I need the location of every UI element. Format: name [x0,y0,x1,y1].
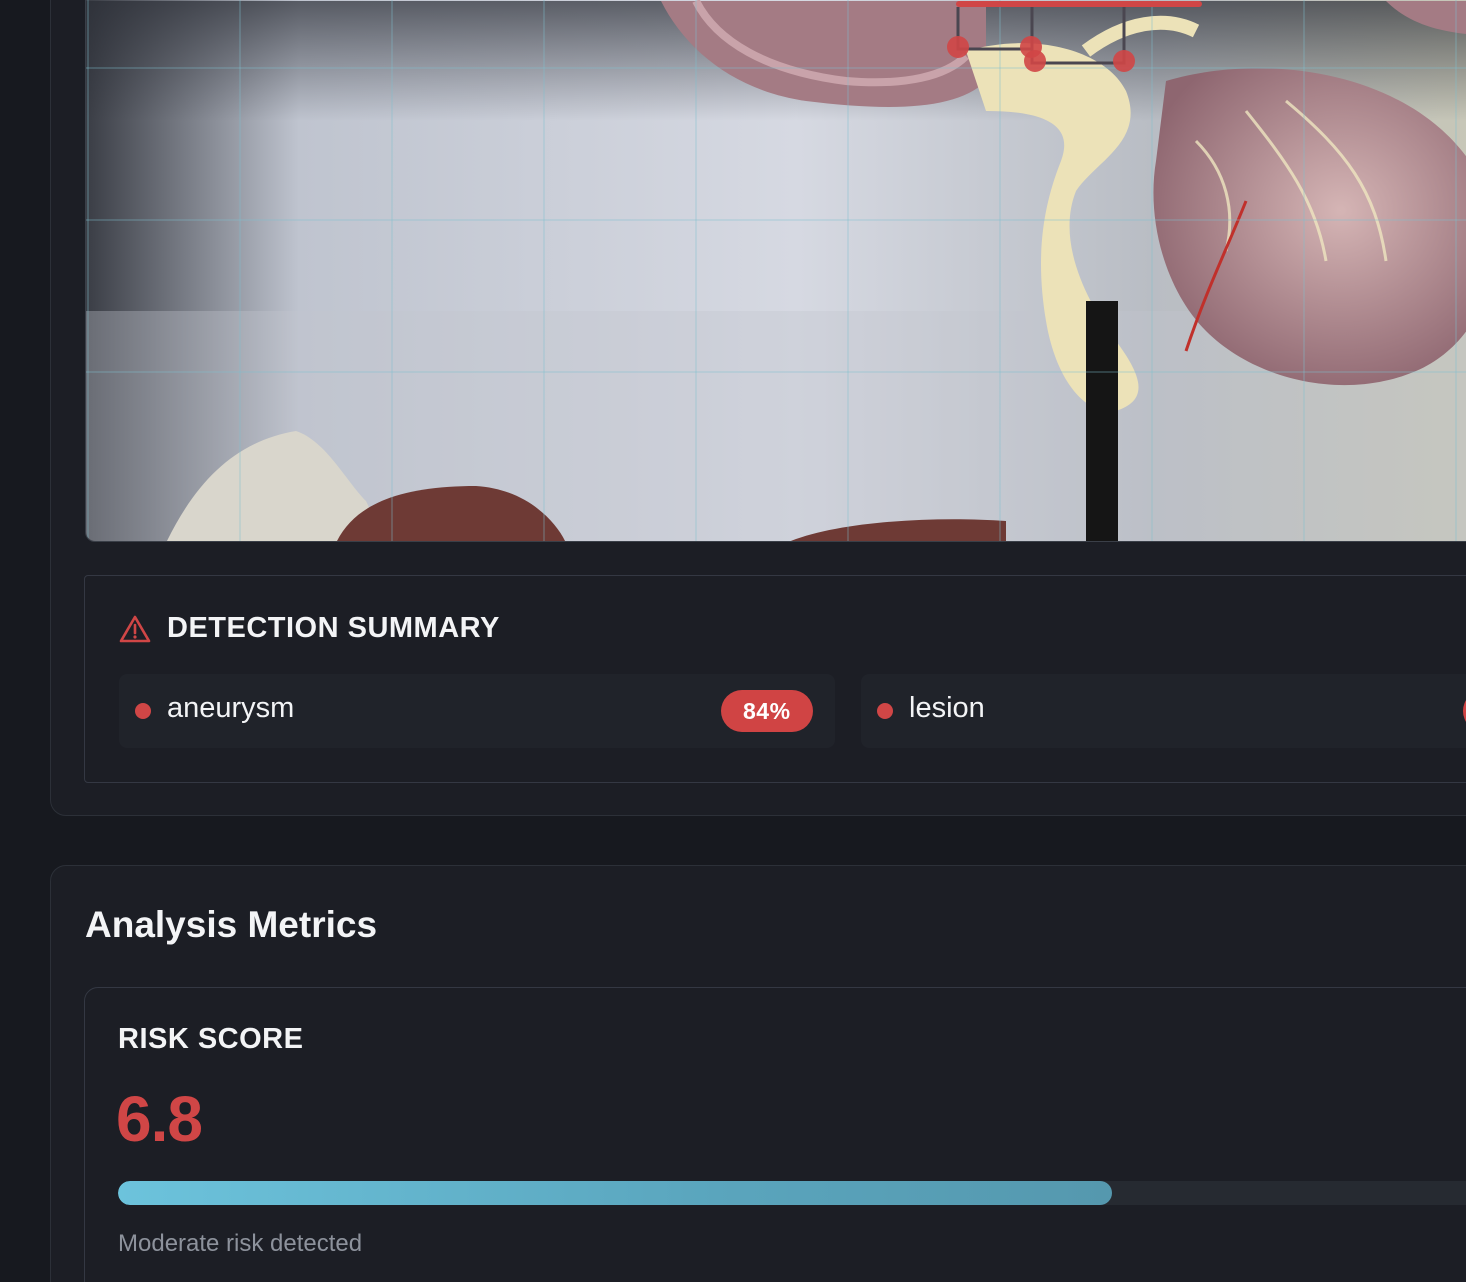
risk-score-bar-fill [118,1181,1112,1205]
risk-score-note: Moderate risk detected [118,1230,363,1257]
detection-label: aneurysm [167,692,295,724]
app-page: DETECTION SUMMARY aneurysm 84% lesion An… [0,0,1466,1282]
analysis-metrics-title: Analysis Metrics [85,904,378,945]
detection-item-lesion[interactable]: lesion [861,674,1466,748]
detection-item-aneurysm[interactable]: aneurysm 84% [119,674,835,748]
warning-icon [119,615,151,642]
confidence-badge: 84% [721,690,813,732]
risk-score-label: RISK SCORE [118,1023,304,1055]
status-dot [135,703,151,719]
status-dot [877,703,893,719]
detection-summary-panel: DETECTION SUMMARY aneurysm 84% lesion [84,575,1466,783]
detection-label: lesion [909,692,985,724]
detection-marker[interactable] [1024,50,1046,72]
risk-score-bar [118,1181,1466,1205]
detection-summary-header: DETECTION SUMMARY [119,612,500,645]
detection-box-edge [956,1,1202,7]
sidebar-edge [0,0,50,1282]
detection-marker[interactable] [1113,50,1135,72]
detection-summary-title: DETECTION SUMMARY [167,612,500,644]
scan-image-viewer[interactable] [85,0,1466,542]
risk-score-value: 6.8 [116,1083,203,1155]
brain-scan-image [86,0,1466,541]
detection-marker[interactable] [947,36,969,58]
